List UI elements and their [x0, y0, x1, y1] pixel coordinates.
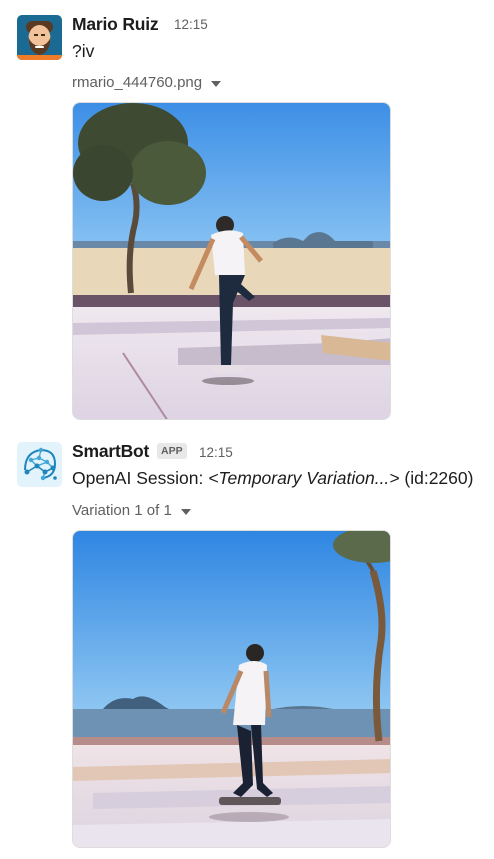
author-name[interactable]: Mario Ruiz: [72, 14, 159, 34]
variation-dropdown[interactable]: Variation 1 of 1: [72, 501, 191, 521]
skateboarder-variation-photo: [73, 531, 390, 847]
attached-image[interactable]: [72, 102, 391, 420]
message-text: OpenAI Session: <Temporary Variation...>…: [72, 467, 473, 489]
file-name: rmario_444760.png: [72, 74, 203, 91]
message-text-prefix: OpenAI Session:: [72, 468, 209, 488]
network-brain-icon: [17, 442, 62, 487]
chevron-down-icon[interactable]: [211, 80, 222, 87]
message-text-italic: <Temporary Variation...>: [208, 468, 400, 488]
message-text-suffix: (id:2260): [399, 468, 474, 488]
message-timestamp[interactable]: 12:15: [174, 15, 208, 35]
chevron-down-icon[interactable]: [180, 508, 191, 515]
variation-image[interactable]: [72, 530, 391, 848]
variation-label: Variation 1 of 1: [72, 502, 172, 519]
author-name[interactable]: SmartBot: [72, 441, 149, 461]
file-name-dropdown[interactable]: rmario_444760.png: [72, 73, 222, 93]
bearded-man-avatar-icon: [17, 15, 62, 60]
skateboarder-photo: [73, 103, 390, 419]
app-badge: APP: [157, 443, 187, 459]
message-text: ?iv: [72, 41, 95, 61]
avatar-mario[interactable]: [17, 15, 62, 60]
message-timestamp[interactable]: 12:15: [199, 443, 233, 463]
avatar-smartbot[interactable]: [17, 442, 62, 487]
